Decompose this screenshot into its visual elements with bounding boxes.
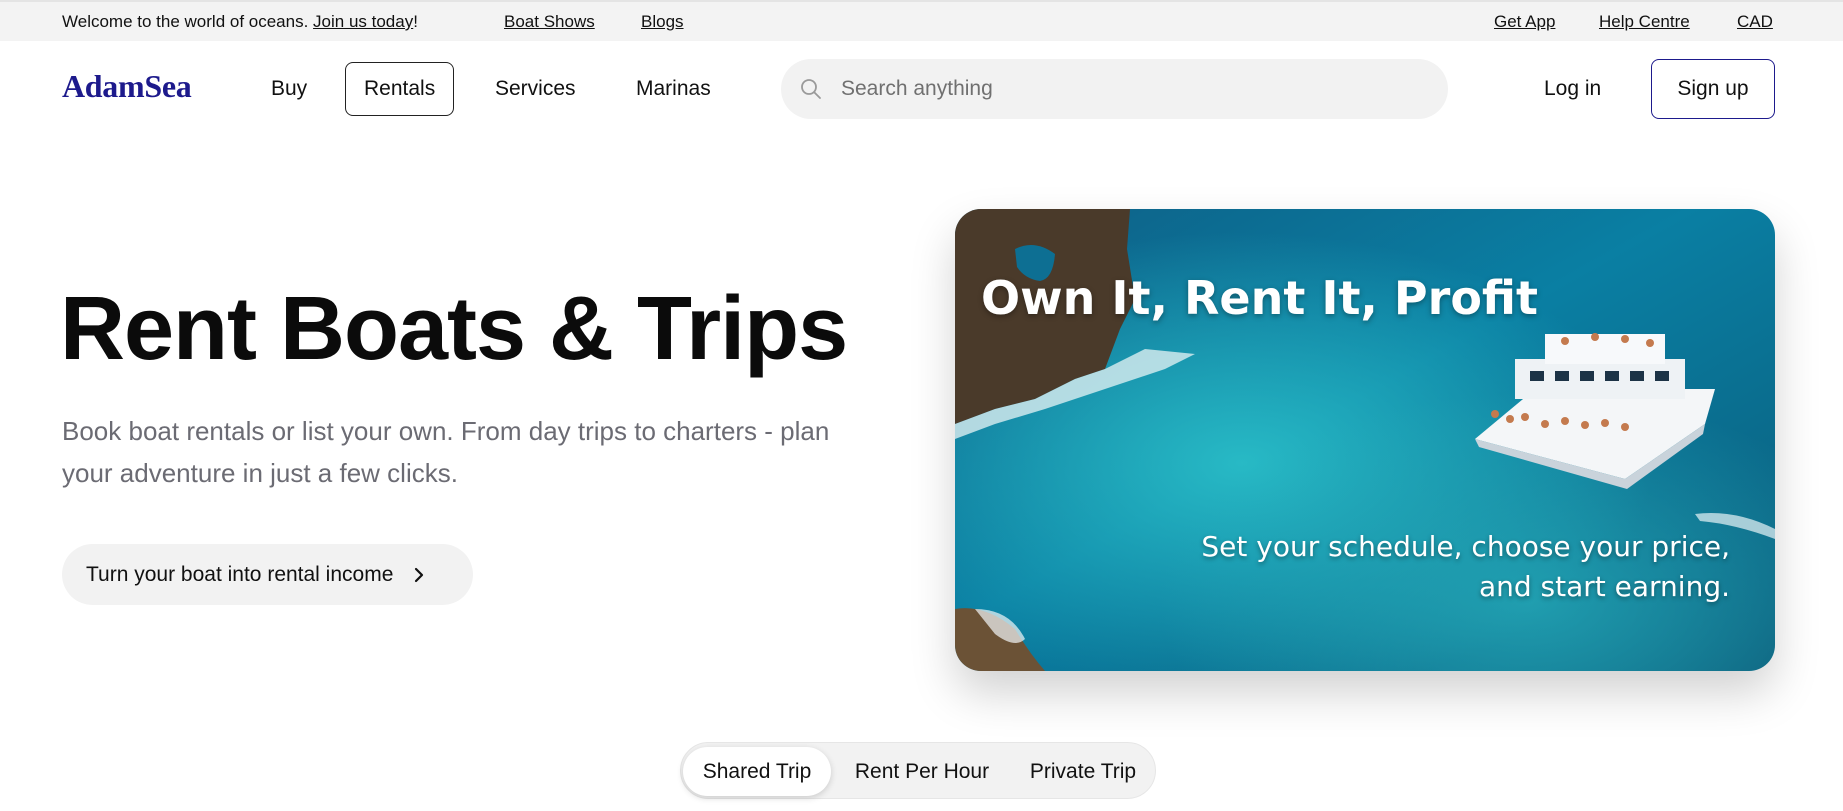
hero-subtitle: Book boat rentals or list your own. From… [62,416,830,488]
search-bar[interactable] [781,59,1448,119]
card-tagline: Set your schedule, choose your price, an… [1201,530,1730,603]
join-us-link[interactable]: Join us today [313,12,413,31]
list-boat-cta-button[interactable]: Turn your boat into rental income [62,544,473,605]
login-button[interactable]: Log in [1530,62,1615,116]
signup-button[interactable]: Sign up [1651,59,1775,119]
blogs-link[interactable]: Blogs [641,12,684,32]
search-input[interactable] [841,59,1421,119]
adamsea-logo[interactable]: AdamSea [62,68,192,105]
chevron-right-icon [415,567,424,582]
nav-item-buy[interactable]: Buy [271,62,307,116]
join-suffix: ! [413,12,418,31]
tab-private-trip[interactable]: Private Trip [1013,747,1153,796]
hero-title: Rent Boats & Trips [60,279,848,379]
help-centre-link[interactable]: Help Centre [1599,12,1690,32]
card-headline: Own It, Rent It, Profit [981,271,1539,325]
tab-rent-per-hour[interactable]: Rent Per Hour [831,747,1013,796]
welcome-text: Welcome to the world of oceans. [62,12,309,31]
boat-shows-link[interactable]: Boat Shows [504,12,595,32]
hero-promo-card[interactable]: Own It, Rent It, Profit Set your schedul… [955,209,1775,671]
top-announcement-bar: Welcome to the world of oceans. Join us … [0,0,1843,41]
nav-item-marinas[interactable]: Marinas [636,62,711,116]
welcome-message: Welcome to the world of oceans. Join us … [62,12,418,32]
get-app-link[interactable]: Get App [1494,12,1555,32]
tab-shared-trip[interactable]: Shared Trip [683,747,831,796]
nav-item-services[interactable]: Services [495,62,576,116]
trip-type-tabs: Shared Trip Rent Per Hour Private Trip [680,742,1156,799]
currency-selector[interactable]: CAD [1737,12,1773,32]
cta-label: Turn your boat into rental income [86,562,394,586]
search-icon [801,79,821,99]
nav-item-rentals[interactable]: Rentals [345,62,455,116]
